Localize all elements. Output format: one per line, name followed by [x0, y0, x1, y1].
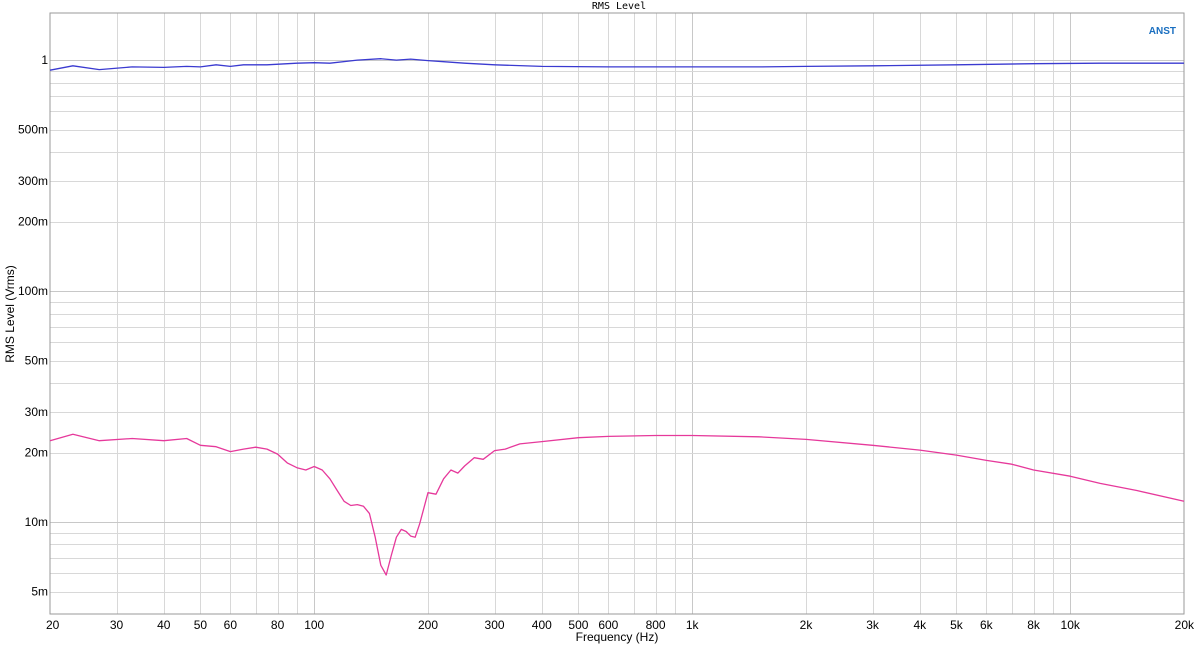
x-tick-label: 10k: [1061, 618, 1081, 632]
x-tick-label: 40: [157, 618, 171, 632]
x-axis-label: Frequency (Hz): [576, 630, 659, 644]
x-tick-label: 1k: [686, 618, 700, 632]
x-tick-label: 200: [418, 618, 438, 632]
x-tick-label: 2k: [800, 618, 814, 632]
x-tick-label: 20k: [1175, 618, 1195, 632]
brand-label: ANST: [1149, 26, 1176, 37]
x-tick-label: 6k: [980, 618, 994, 632]
chart-background: [0, 0, 1198, 647]
x-tick-label: 100: [304, 618, 324, 632]
y-tick-label: 300m: [18, 174, 48, 188]
chart-title: RMS Level: [592, 1, 646, 12]
y-tick-label: 50m: [25, 354, 48, 368]
x-tick-label: 30: [110, 618, 124, 632]
x-tick-label: 3k: [866, 618, 880, 632]
y-tick-label: 30m: [25, 405, 48, 419]
x-tick-label: 20: [46, 618, 60, 632]
rms-level-chart: RMS Level 20 30 40 50 60 80 100 200 300 400 500 600…: [0, 0, 1198, 647]
x-tick-label: 50: [194, 618, 208, 632]
y-axis-label: RMS Level (Vrms): [3, 265, 17, 363]
x-tick-label: 8k: [1027, 618, 1041, 632]
y-tick-label: 20m: [25, 446, 48, 460]
y-tick-label: 100m: [18, 284, 48, 298]
y-tick-label: 200m: [18, 215, 48, 229]
x-tick-label: 5k: [950, 618, 964, 632]
y-tick-label: 1: [41, 53, 48, 67]
y-tick-label: 500m: [18, 123, 48, 137]
x-tick-label: 4k: [913, 618, 927, 632]
x-tick-label: 300: [485, 618, 505, 632]
x-tick-label: 400: [532, 618, 552, 632]
x-tick-label: 60: [224, 618, 238, 632]
x-tick-label: 80: [271, 618, 285, 632]
y-tick-label: 5m: [31, 585, 48, 599]
y-tick-label: 10m: [25, 515, 48, 529]
